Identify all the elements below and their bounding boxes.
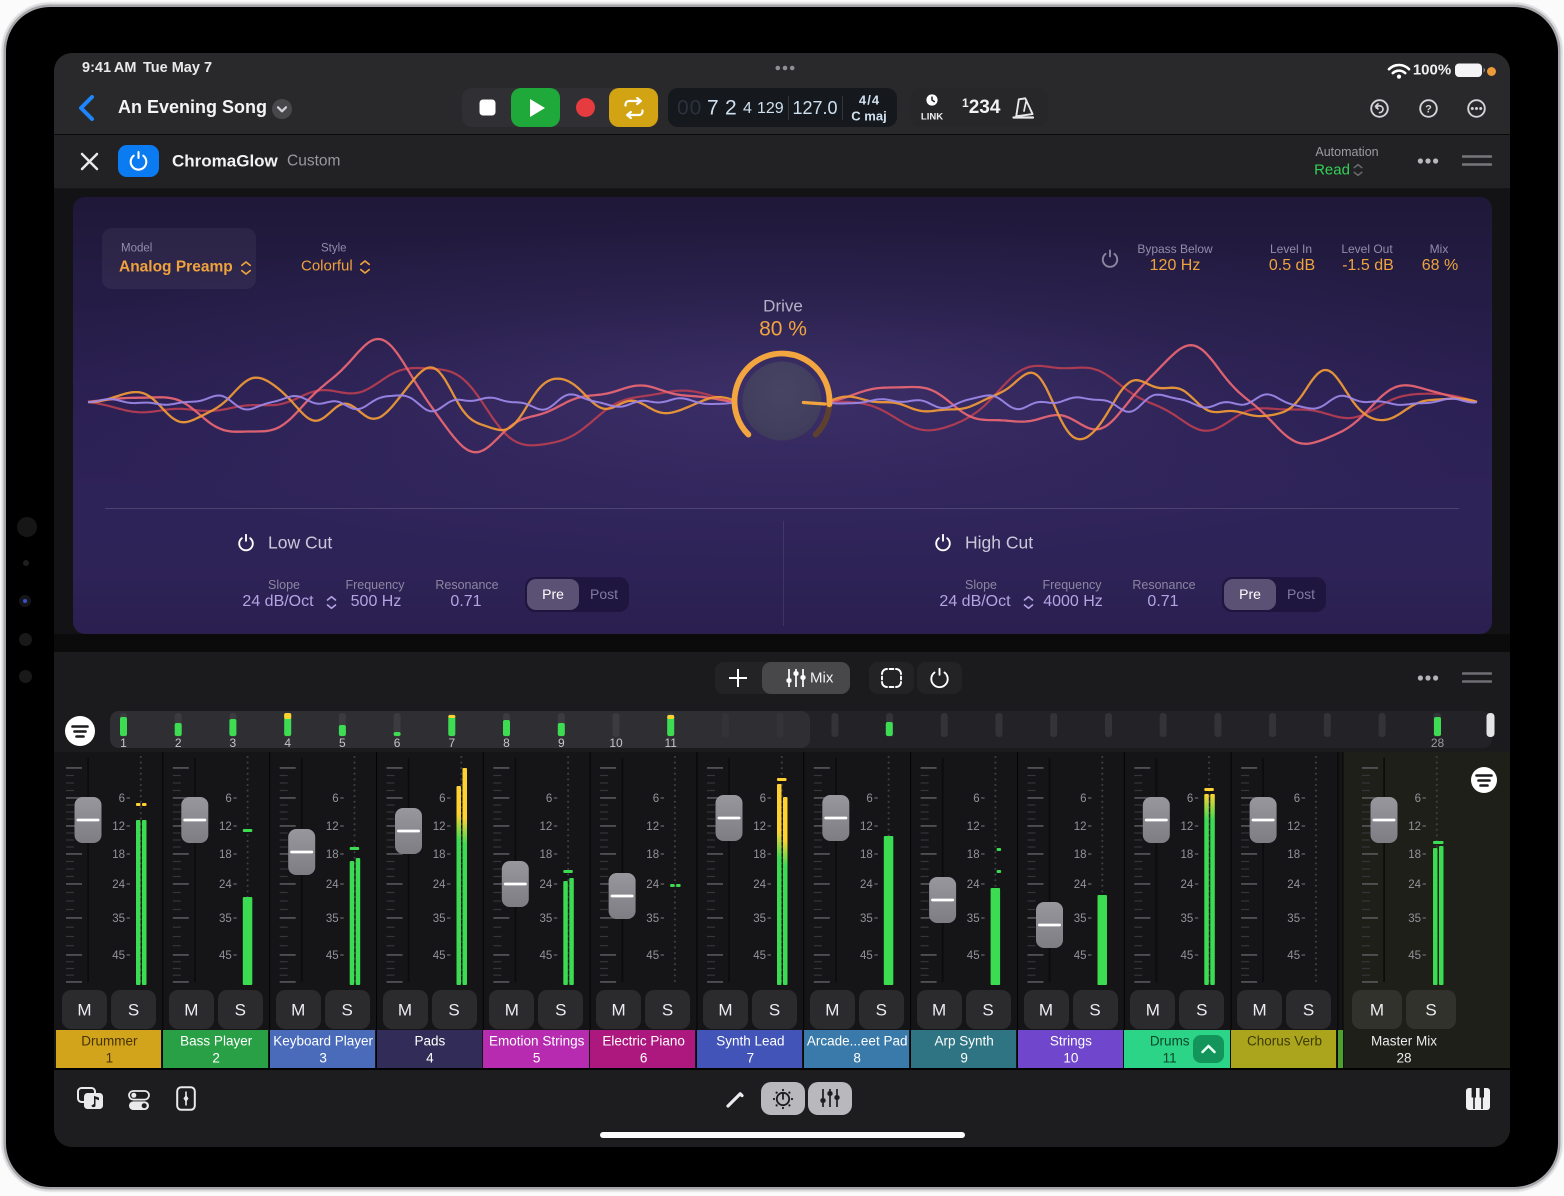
svg-text:24: 24 — [1181, 879, 1194, 891]
svg-text:6: 6 — [119, 793, 125, 805]
svg-text:18: 18 — [646, 849, 659, 861]
svg-text:24: 24 — [646, 879, 659, 891]
svg-text:6: 6 — [332, 793, 338, 805]
svg-text:35: 35 — [540, 913, 553, 925]
svg-text:12: 12 — [112, 821, 125, 833]
svg-text:24: 24 — [1287, 879, 1300, 891]
svg-text:45: 45 — [112, 950, 125, 962]
svg-text:35: 35 — [753, 913, 766, 925]
svg-text:18: 18 — [1287, 849, 1300, 861]
svg-text:24: 24 — [540, 879, 553, 891]
svg-text:18: 18 — [219, 849, 232, 861]
svg-text:35: 35 — [112, 913, 125, 925]
svg-text:45: 45 — [1408, 950, 1421, 962]
svg-text:35: 35 — [219, 913, 232, 925]
svg-text:24: 24 — [1074, 879, 1087, 891]
svg-text:24: 24 — [1408, 879, 1421, 891]
svg-text:18: 18 — [1181, 849, 1194, 861]
svg-text:12: 12 — [1181, 821, 1194, 833]
svg-text:12: 12 — [646, 821, 659, 833]
svg-text:12: 12 — [219, 821, 232, 833]
svg-text:12: 12 — [753, 821, 766, 833]
svg-text:6: 6 — [653, 793, 659, 805]
svg-text:35: 35 — [1181, 913, 1194, 925]
svg-text:35: 35 — [1408, 913, 1421, 925]
svg-text:35: 35 — [433, 913, 446, 925]
svg-text:45: 45 — [540, 950, 553, 962]
svg-text:45: 45 — [219, 950, 232, 962]
svg-text:12: 12 — [540, 821, 553, 833]
svg-text:35: 35 — [860, 913, 873, 925]
svg-text:45: 45 — [1181, 950, 1194, 962]
svg-text:35: 35 — [1287, 913, 1300, 925]
svg-text:45: 45 — [326, 950, 339, 962]
svg-text:45: 45 — [1074, 950, 1087, 962]
svg-text:6: 6 — [866, 793, 872, 805]
svg-text:6: 6 — [973, 793, 979, 805]
svg-text:18: 18 — [967, 849, 980, 861]
svg-text:12: 12 — [967, 821, 980, 833]
svg-text:6: 6 — [1294, 793, 1300, 805]
svg-text:35: 35 — [967, 913, 980, 925]
svg-text:?: ? — [1425, 103, 1432, 115]
svg-text:12: 12 — [1074, 821, 1087, 833]
svg-text:6: 6 — [225, 793, 231, 805]
svg-text:45: 45 — [753, 950, 766, 962]
svg-text:45: 45 — [433, 950, 446, 962]
svg-text:6: 6 — [1080, 793, 1086, 805]
svg-text:18: 18 — [1408, 849, 1421, 861]
svg-text:12: 12 — [1287, 821, 1300, 833]
svg-text:18: 18 — [753, 849, 766, 861]
svg-text:12: 12 — [1408, 821, 1421, 833]
svg-text:18: 18 — [860, 849, 873, 861]
svg-text:6: 6 — [760, 793, 766, 805]
svg-text:6: 6 — [546, 793, 552, 805]
svg-text:35: 35 — [326, 913, 339, 925]
svg-text:6: 6 — [1415, 793, 1421, 805]
svg-text:12: 12 — [433, 821, 446, 833]
svg-text:18: 18 — [112, 849, 125, 861]
svg-text:24: 24 — [219, 879, 232, 891]
svg-text:24: 24 — [112, 879, 125, 891]
svg-text:35: 35 — [1074, 913, 1087, 925]
svg-text:45: 45 — [646, 950, 659, 962]
svg-text:24: 24 — [433, 879, 446, 891]
svg-text:18: 18 — [433, 849, 446, 861]
svg-text:24: 24 — [967, 879, 980, 891]
svg-text:18: 18 — [540, 849, 553, 861]
svg-text:45: 45 — [860, 950, 873, 962]
svg-text:45: 45 — [1287, 950, 1300, 962]
svg-text:6: 6 — [439, 793, 445, 805]
svg-text:6: 6 — [1187, 793, 1193, 805]
svg-text:12: 12 — [860, 821, 873, 833]
svg-text:18: 18 — [1074, 849, 1087, 861]
svg-text:18: 18 — [326, 849, 339, 861]
svg-text:24: 24 — [753, 879, 766, 891]
svg-text:45: 45 — [967, 950, 980, 962]
svg-text:35: 35 — [646, 913, 659, 925]
svg-text:12: 12 — [326, 821, 339, 833]
svg-text:24: 24 — [326, 879, 339, 891]
svg-text:24: 24 — [860, 879, 873, 891]
